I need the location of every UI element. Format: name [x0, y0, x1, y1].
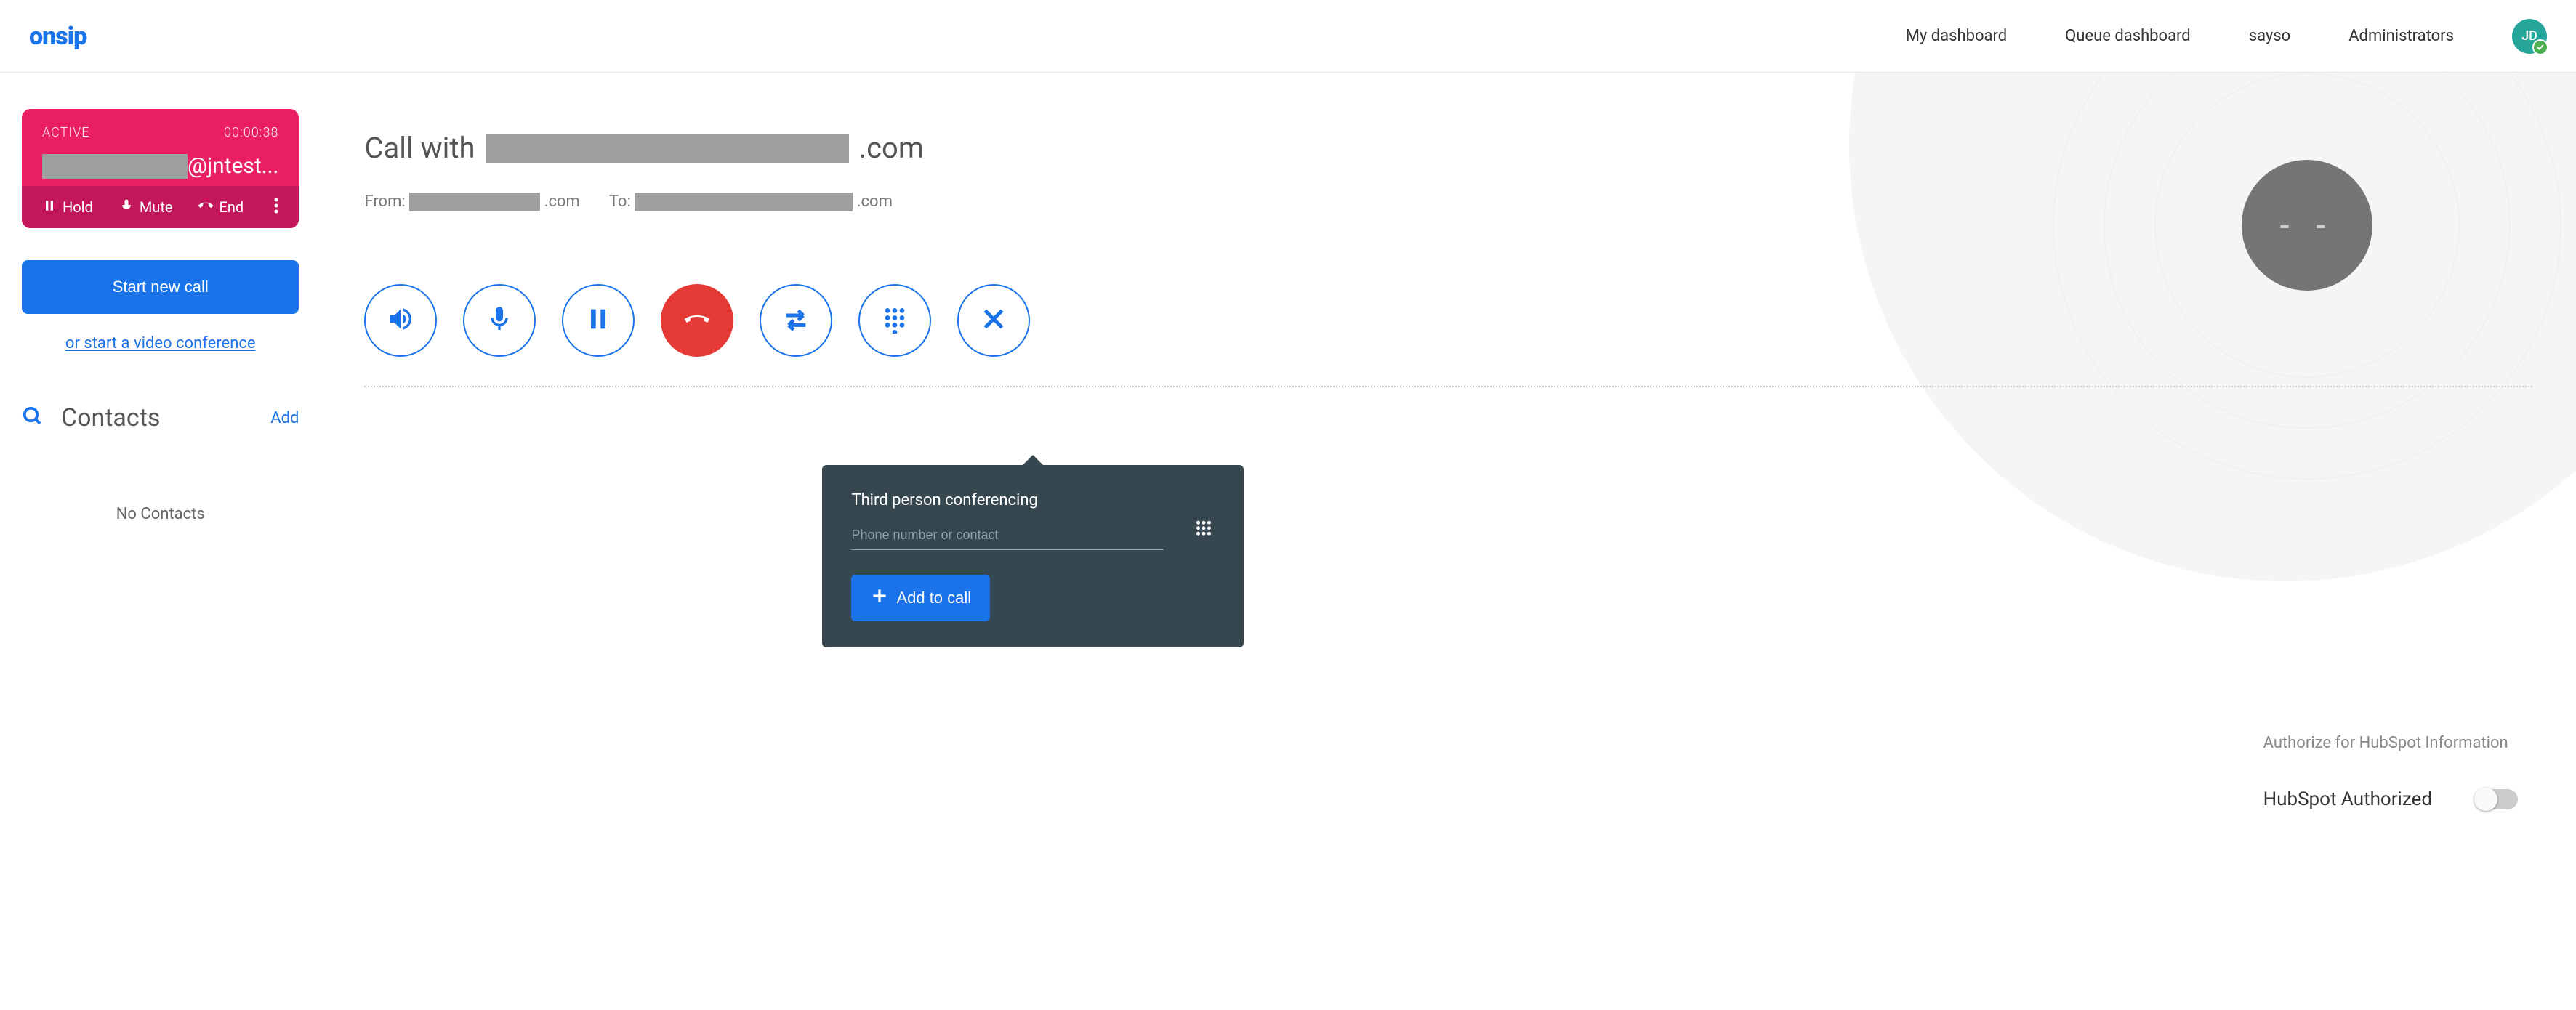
add-contact-link[interactable]: Add [270, 409, 299, 427]
speaker-icon [386, 304, 415, 336]
from-field: From: .com [364, 193, 579, 211]
add-to-call-label: Add to call [896, 589, 971, 607]
nav-my-dashboard[interactable]: My dashboard [1906, 27, 2007, 45]
dialpad-icon [1193, 529, 1215, 543]
hangup-button[interactable] [661, 284, 733, 357]
contacts-heading: Contacts [61, 403, 253, 432]
to-redacted [635, 193, 853, 211]
mic-icon [485, 304, 514, 336]
status-online-icon [2532, 39, 2548, 55]
hubspot-toggle[interactable] [2476, 789, 2518, 809]
popover-title: Third person conferencing [851, 491, 1215, 509]
from-suffix: .com [544, 193, 580, 211]
dialpad-button[interactable] [858, 284, 931, 357]
dialpad-icon [880, 304, 909, 336]
add-to-call-button[interactable]: Add to call [851, 575, 990, 621]
call-with-redacted [486, 134, 849, 163]
mic-button[interactable] [463, 284, 536, 357]
from-redacted [409, 193, 540, 211]
remote-avatar: - - [2242, 160, 2372, 291]
pause-icon [42, 198, 57, 217]
call-title: Call with .com [364, 131, 2532, 165]
active-call-card[interactable]: ACTIVE 00:00:38 @jntest... Hold Mute [22, 109, 299, 228]
nav-administrators[interactable]: Administrators [2348, 27, 2454, 45]
divider [364, 386, 2532, 387]
close-button[interactable] [957, 284, 1030, 357]
app-header: onsip My dashboard Queue dashboard sayso… [0, 0, 2576, 73]
hubspot-authorized-label: HubSpot Authorized [2263, 788, 2432, 810]
no-contacts-placeholder: No Contacts [22, 505, 299, 523]
close-icon [979, 304, 1008, 336]
mic-icon [119, 198, 134, 217]
start-video-conference-link[interactable]: or start a video conference [22, 334, 299, 352]
hold-button[interactable]: Hold [29, 198, 106, 217]
to-label: To: [609, 193, 631, 211]
nav-queue-dashboard[interactable]: Queue dashboard [2065, 27, 2191, 45]
call-with-suffix: .com [859, 131, 924, 165]
mute-label: Mute [140, 198, 173, 216]
caller-suffix: @jntest... [188, 153, 278, 179]
start-new-call-button[interactable]: Start new call [22, 260, 299, 314]
call-with-label: Call with [364, 131, 475, 165]
mute-button[interactable]: Mute [106, 198, 186, 217]
hangup-icon [198, 198, 213, 217]
to-field: To: .com [609, 193, 893, 211]
search-icon[interactable] [22, 405, 44, 430]
more-vert-icon [274, 203, 278, 217]
end-button[interactable]: End [185, 198, 257, 217]
logo[interactable]: onsip [29, 22, 86, 51]
call-controls [364, 284, 2532, 357]
hold-label: Hold [63, 198, 93, 216]
from-label: From: [364, 193, 405, 211]
hubspot-section: Authorize for HubSpot Information HubSpo… [2263, 734, 2518, 810]
to-suffix: .com [857, 193, 893, 211]
popover-dialpad-button[interactable] [1193, 518, 1215, 550]
top-nav: My dashboard Queue dashboard sayso Admin… [1906, 27, 2454, 45]
toggle-knob [2474, 788, 2497, 811]
sidebar: ACTIVE 00:00:38 @jntest... Hold Mute [0, 73, 321, 559]
hubspot-auth-label: Authorize for HubSpot Information [2263, 734, 2518, 752]
conference-input[interactable] [851, 515, 1164, 550]
nav-sayso[interactable]: sayso [2249, 27, 2290, 45]
call-timer: 00:00:38 [224, 125, 278, 140]
caller-redacted [42, 154, 188, 179]
end-label: End [219, 198, 243, 216]
call-status: ACTIVE [42, 125, 89, 140]
pause-button[interactable] [562, 284, 635, 357]
speaker-button[interactable] [364, 284, 437, 357]
pause-icon [584, 304, 613, 336]
main-content: - - Call with .com From: .com To: .com [321, 73, 2576, 559]
transfer-button[interactable] [760, 284, 832, 357]
conference-popover: Third person conferencing Add to call [822, 465, 1244, 647]
swap-icon [781, 304, 810, 336]
plus-icon [870, 586, 889, 610]
hangup-icon [683, 304, 712, 336]
call-more-button[interactable] [261, 198, 291, 217]
user-avatar[interactable]: JD [2512, 19, 2547, 54]
